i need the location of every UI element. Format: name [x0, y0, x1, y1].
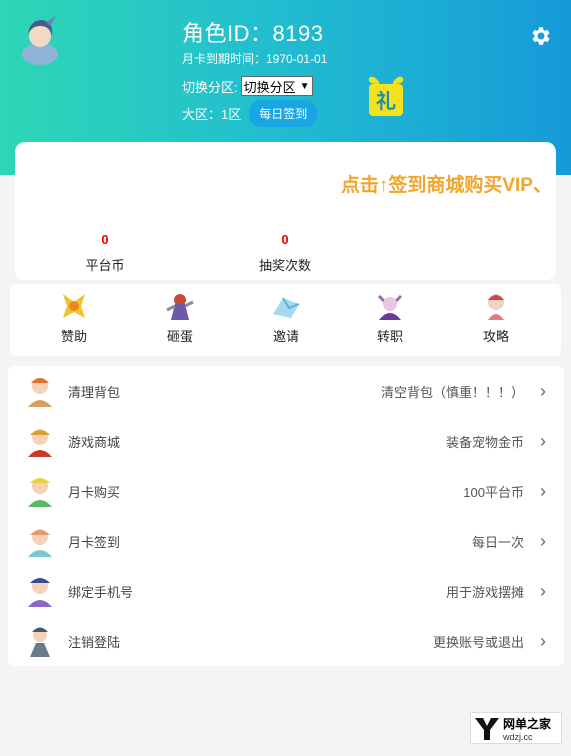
shortcut-label: 赞助: [60, 329, 87, 344]
chevron-right-icon: ›: [540, 480, 546, 501]
avatar[interactable]: [16, 14, 64, 66]
character-icon: [28, 478, 52, 507]
card-expire-date: 月卡到期时间：1970-01-01: [182, 52, 328, 66]
menu-desc: 用于游戏摆摊: [445, 584, 524, 600]
zone-select[interactable]: 切换分区 ▼: [240, 76, 313, 96]
menu-row-shop[interactable]: 游戏商城 装备宠物金币 ›: [8, 416, 564, 466]
menu-desc: 清空背包（慎重！！！）: [380, 384, 524, 400]
character-icon: [28, 378, 52, 407]
stat-label: 抽奖次数: [258, 258, 311, 273]
stat-platform-coins[interactable]: 0 平台币: [65, 232, 145, 274]
logo-icon: [475, 718, 499, 740]
invite-icon: [273, 297, 300, 318]
menu-title: 清理背包: [68, 384, 121, 400]
menu-title: 注销登陆: [68, 634, 121, 650]
watermark-url: wdzj.cc: [503, 731, 533, 742]
chevron-right-icon: ›: [540, 630, 546, 651]
stat-lottery-count[interactable]: 0 抽奖次数: [245, 232, 325, 274]
chevron-right-icon: ›: [540, 430, 546, 451]
site-watermark: 网单之家 wdzj.cc: [470, 712, 562, 744]
daily-checkin-button[interactable]: 每日签到: [249, 100, 318, 127]
shortcut-guide[interactable]: 攻略: [466, 290, 526, 345]
menu-desc: 装备宠物金币: [445, 434, 524, 450]
menu-title: 绑定手机号: [68, 584, 134, 600]
shortcut-sponsor[interactable]: 赞助: [44, 290, 104, 345]
menu-list: 清理背包 清空背包（慎重！！！） › 游戏商城 装备宠物金币 › 月卡购买 10…: [8, 366, 564, 666]
menu-desc: 更换账号或退出: [432, 634, 524, 650]
character-icon: [28, 429, 52, 457]
gear-icon[interactable]: [528, 24, 552, 48]
watermark-title: 网单之家: [503, 716, 552, 731]
promo-marquee[interactable]: 点击↑签到商城购买VIP、: [341, 170, 552, 197]
shortcut-label: 攻略: [482, 329, 509, 344]
chevron-right-icon: ›: [540, 530, 546, 551]
menu-title: 月卡签到: [68, 534, 121, 550]
character-icon: [28, 529, 52, 557]
zone-select-value: 切换分区: [243, 79, 296, 95]
chevron-down-icon: ▼: [299, 80, 310, 92]
summary-card: 点击↑签到商城购买VIP、 0 平台币 0 抽奖次数: [15, 142, 556, 280]
shortcut-egg[interactable]: 砸蛋: [150, 290, 210, 345]
sponsor-icon: [63, 294, 85, 318]
shortcut-invite[interactable]: 邀请: [256, 290, 316, 345]
gift-label: 礼: [376, 89, 396, 113]
job-change-icon: [377, 294, 403, 320]
chevron-right-icon: ›: [540, 380, 546, 401]
zone-switch-label: 切换分区:: [182, 79, 238, 95]
chevron-right-icon: ›: [540, 580, 546, 601]
stat-label: 平台币: [85, 258, 125, 273]
zone-switch-row: 切换分区: 切换分区 ▼: [182, 76, 313, 96]
egg-smash-icon: [166, 294, 194, 320]
gift-icon[interactable]: 礼: [365, 72, 407, 118]
character-icon: [30, 627, 50, 657]
stat-value: 0: [101, 232, 109, 247]
shortcut-job-change[interactable]: 转职: [360, 290, 420, 345]
menu-row-logout[interactable]: 注销登陆 更换账号或退出 ›: [8, 616, 564, 666]
role-id: 角色ID：8193: [182, 21, 324, 46]
menu-row-bind-phone[interactable]: 绑定手机号 用于游戏摆摊 ›: [8, 566, 564, 616]
shortcut-grid: 赞助 砸蛋 邀请 转职 攻略: [10, 284, 561, 356]
menu-title: 月卡购买: [68, 484, 121, 500]
menu-row-clear-bag[interactable]: 清理背包 清空背包（慎重！！！） ›: [8, 366, 564, 416]
area-label: 大区：1区: [182, 107, 242, 122]
menu-title: 游戏商城: [68, 434, 121, 450]
guide-icon: [488, 294, 504, 320]
shortcut-label: 砸蛋: [166, 329, 193, 344]
menu-row-buy-card[interactable]: 月卡购买 100平台币 ›: [8, 466, 564, 516]
menu-desc: 每日一次: [471, 534, 524, 550]
character-icon: [28, 578, 52, 607]
menu-row-card-checkin[interactable]: 月卡签到 每日一次 ›: [8, 516, 564, 566]
stat-value: 0: [281, 232, 289, 247]
shortcut-label: 邀请: [272, 329, 299, 344]
menu-desc: 100平台币: [463, 484, 524, 500]
area-row: 大区：1区 每日签到: [182, 100, 318, 127]
shortcut-label: 转职: [376, 329, 403, 344]
